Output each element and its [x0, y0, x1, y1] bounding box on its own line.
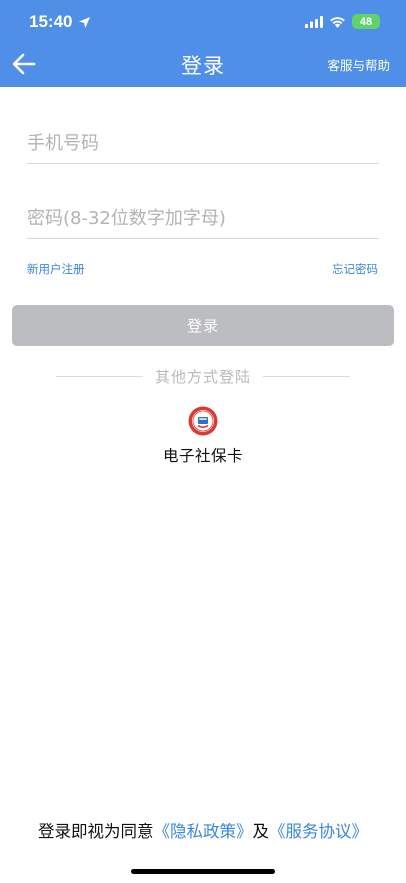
password-field — [27, 199, 379, 239]
header-bar: 15:40 48 登录 客服与帮助 — [0, 0, 406, 87]
login-button[interactable]: 登录 — [12, 305, 394, 346]
status-bar: 15:40 48 — [0, 0, 406, 46]
divider-line-right — [263, 376, 351, 377]
status-time: 15:40 — [29, 12, 91, 32]
agreement-prefix: 登录即视为同意 — [38, 822, 154, 841]
home-indicator — [131, 869, 275, 874]
nav-bar: 登录 客服与帮助 — [0, 42, 406, 86]
service-agreement-link[interactable]: 《服务协议》 — [269, 822, 368, 841]
battery-level: 48 — [359, 15, 373, 28]
privacy-policy-link[interactable]: 《隐私政策》 — [154, 822, 253, 841]
divider-line-left — [56, 376, 143, 377]
register-link[interactable]: 新用户注册 — [27, 261, 85, 277]
password-input[interactable] — [27, 199, 379, 238]
divider-label: 其他方式登陆 — [155, 368, 252, 386]
phone-field — [27, 124, 379, 164]
status-indicators: 48 — [305, 14, 380, 29]
social-security-card-icon — [188, 406, 218, 436]
help-link[interactable]: 客服与帮助 — [327, 55, 390, 74]
forgot-password-link[interactable]: 忘记密码 — [332, 261, 378, 277]
social-security-card-login[interactable]: 电子社保卡 — [153, 406, 253, 466]
battery-icon: 48 — [352, 14, 380, 29]
agreement-text: 登录即视为同意《隐私政策》及《服务协议》 — [0, 818, 406, 842]
time-text: 15:40 — [29, 12, 73, 31]
alt-login-divider: 其他方式登陆 — [56, 366, 351, 387]
location-arrow-icon — [79, 16, 91, 28]
social-security-card-label: 电子社保卡 — [162, 447, 243, 465]
agreement-joiner: 及 — [252, 822, 270, 841]
signal-icon — [305, 15, 323, 28]
wifi-icon — [330, 16, 345, 28]
phone-input[interactable] — [27, 124, 379, 163]
